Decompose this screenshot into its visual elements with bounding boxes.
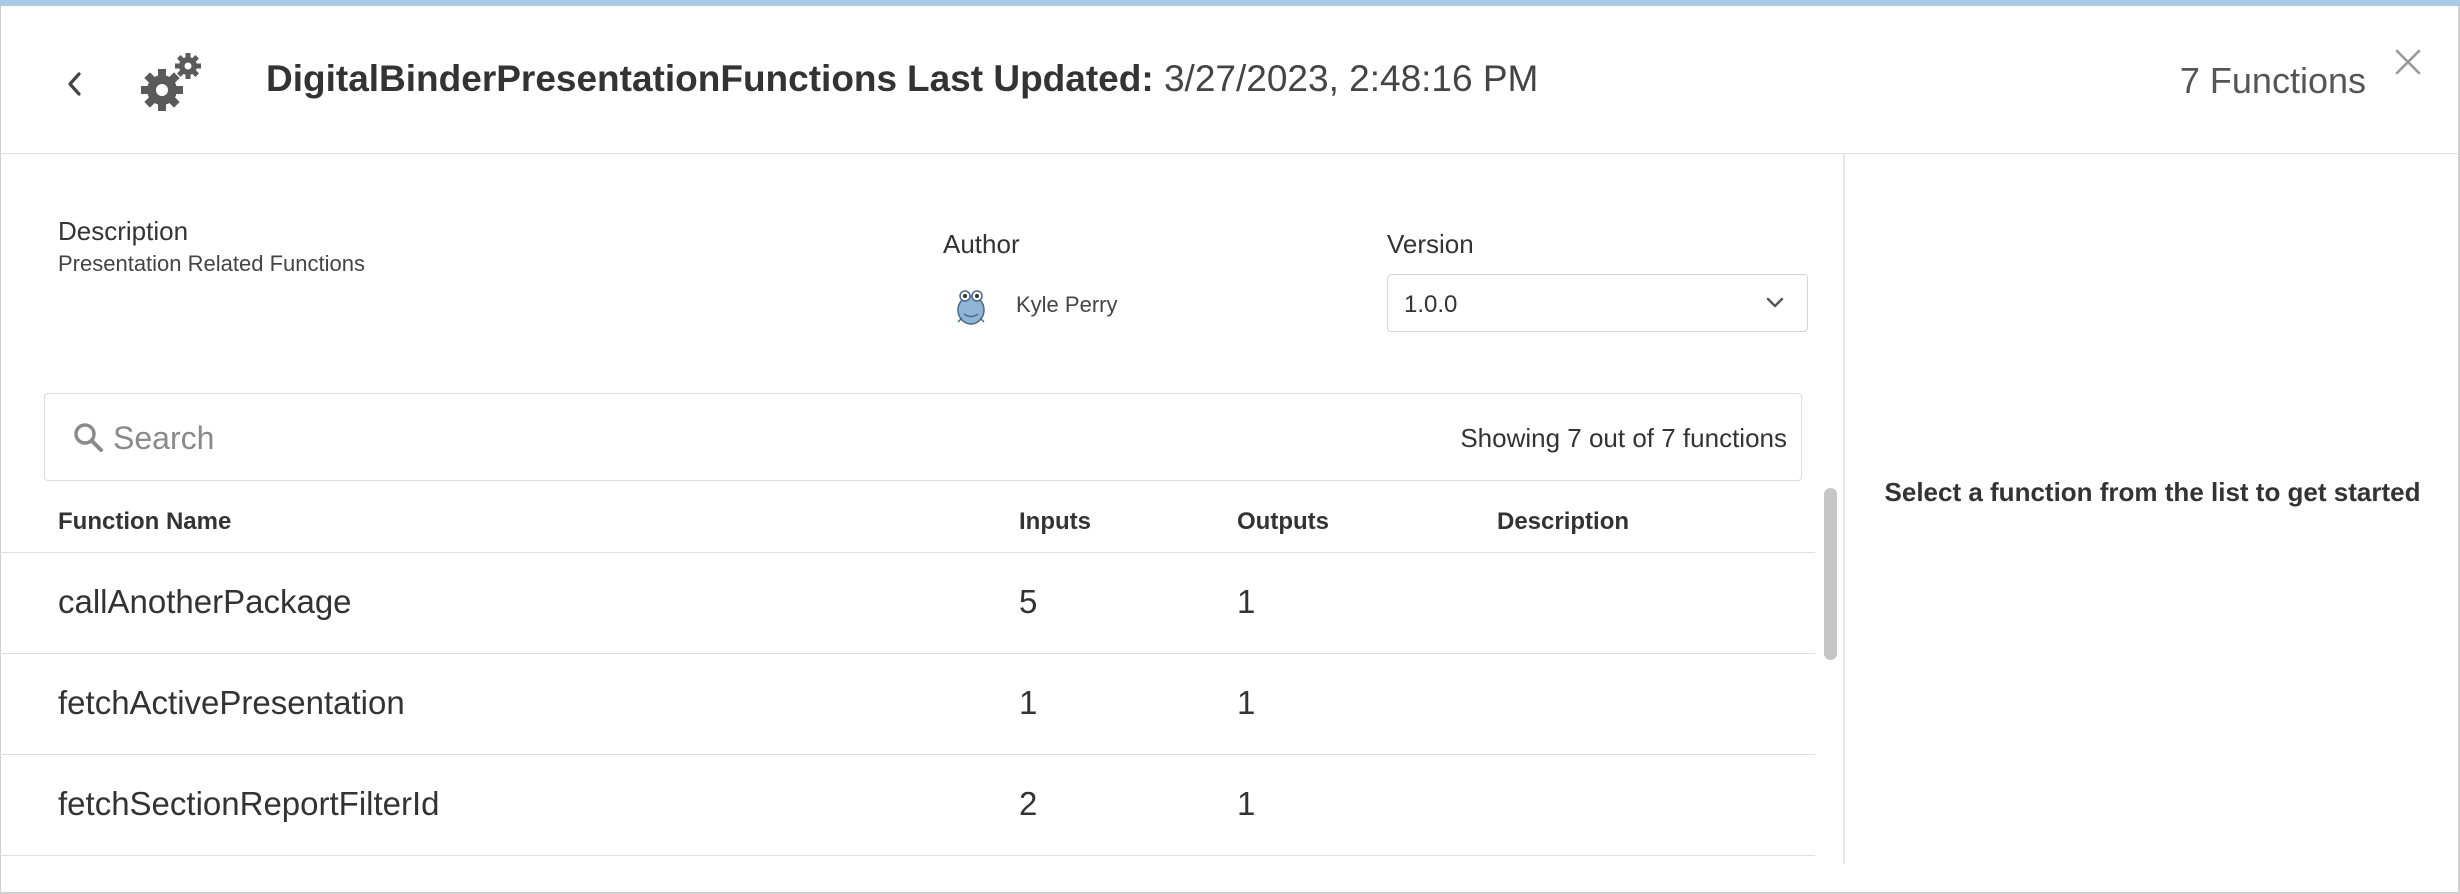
- search-input[interactable]: [113, 412, 1013, 464]
- last-updated-label: Last Updated:: [907, 58, 1154, 99]
- column-header-description[interactable]: Description: [1497, 508, 1629, 536]
- function-count: 7 Functions: [2179, 60, 2366, 101]
- back-button[interactable]: [56, 64, 92, 104]
- function-name: fetchActivePresentation: [58, 684, 405, 721]
- dialog-header: DigitalBinderPresentationFunctions Last …: [0, 6, 2460, 154]
- search-box: Showing 7 out of 7 functions: [44, 393, 1802, 481]
- column-header-inputs[interactable]: Inputs: [1019, 508, 1091, 536]
- chevron-down-icon: [1766, 297, 1784, 308]
- function-outputs: 1: [1237, 684, 1256, 721]
- empty-state-message: Select a function from the list to get s…: [1884, 477, 2421, 507]
- description-value: Presentation Related Functions: [58, 251, 365, 276]
- author-name: Kyle Perry: [1016, 292, 1118, 317]
- function-inputs: 1: [1019, 684, 1038, 721]
- function-outputs: 1: [1237, 785, 1256, 822]
- table-row[interactable]: callAnotherPackage 5 1: [0, 553, 1815, 654]
- version-value: 1.0.0: [1404, 291, 1458, 318]
- gears-icon: [141, 53, 201, 111]
- function-name: callAnotherPackage: [58, 583, 352, 620]
- search-icon: [74, 423, 103, 452]
- avatar: [957, 290, 985, 325]
- function-inputs: 5: [1019, 583, 1038, 620]
- column-header-function-name[interactable]: Function Name: [58, 508, 231, 536]
- function-outputs: 1: [1237, 583, 1256, 620]
- last-updated: Last Updated: 3/27/2023, 2:48:16 PM: [907, 58, 1538, 100]
- chevron-left-icon: [68, 72, 81, 96]
- version-label: Version: [1387, 229, 1474, 259]
- function-inputs: 2: [1019, 785, 1038, 822]
- table-row[interactable]: fetchActivePresentation 1 1: [0, 654, 1815, 755]
- table-row[interactable]: fetchSectionReportFilterId 2 1: [0, 755, 1815, 856]
- column-header-outputs[interactable]: Outputs: [1237, 508, 1329, 536]
- pane-divider: [1843, 154, 1845, 864]
- close-icon: [2395, 49, 2421, 75]
- author-label: Author: [943, 229, 1020, 259]
- scrollbar-thumb[interactable]: [1824, 488, 1837, 660]
- close-button[interactable]: [2388, 42, 2428, 82]
- description-label: Description: [58, 216, 189, 246]
- showing-count: Showing 7 out of 7 functions: [1460, 423, 1787, 453]
- functions-table: callAnotherPackage 5 1 fetchActivePresen…: [0, 553, 1815, 863]
- package-title: DigitalBinderPresentationFunctions: [266, 58, 898, 99]
- version-select[interactable]: 1.0.0: [1387, 274, 1808, 332]
- function-name: fetchSectionReportFilterId: [58, 785, 440, 822]
- last-updated-value: 3/27/2023, 2:48:16 PM: [1163, 58, 1539, 99]
